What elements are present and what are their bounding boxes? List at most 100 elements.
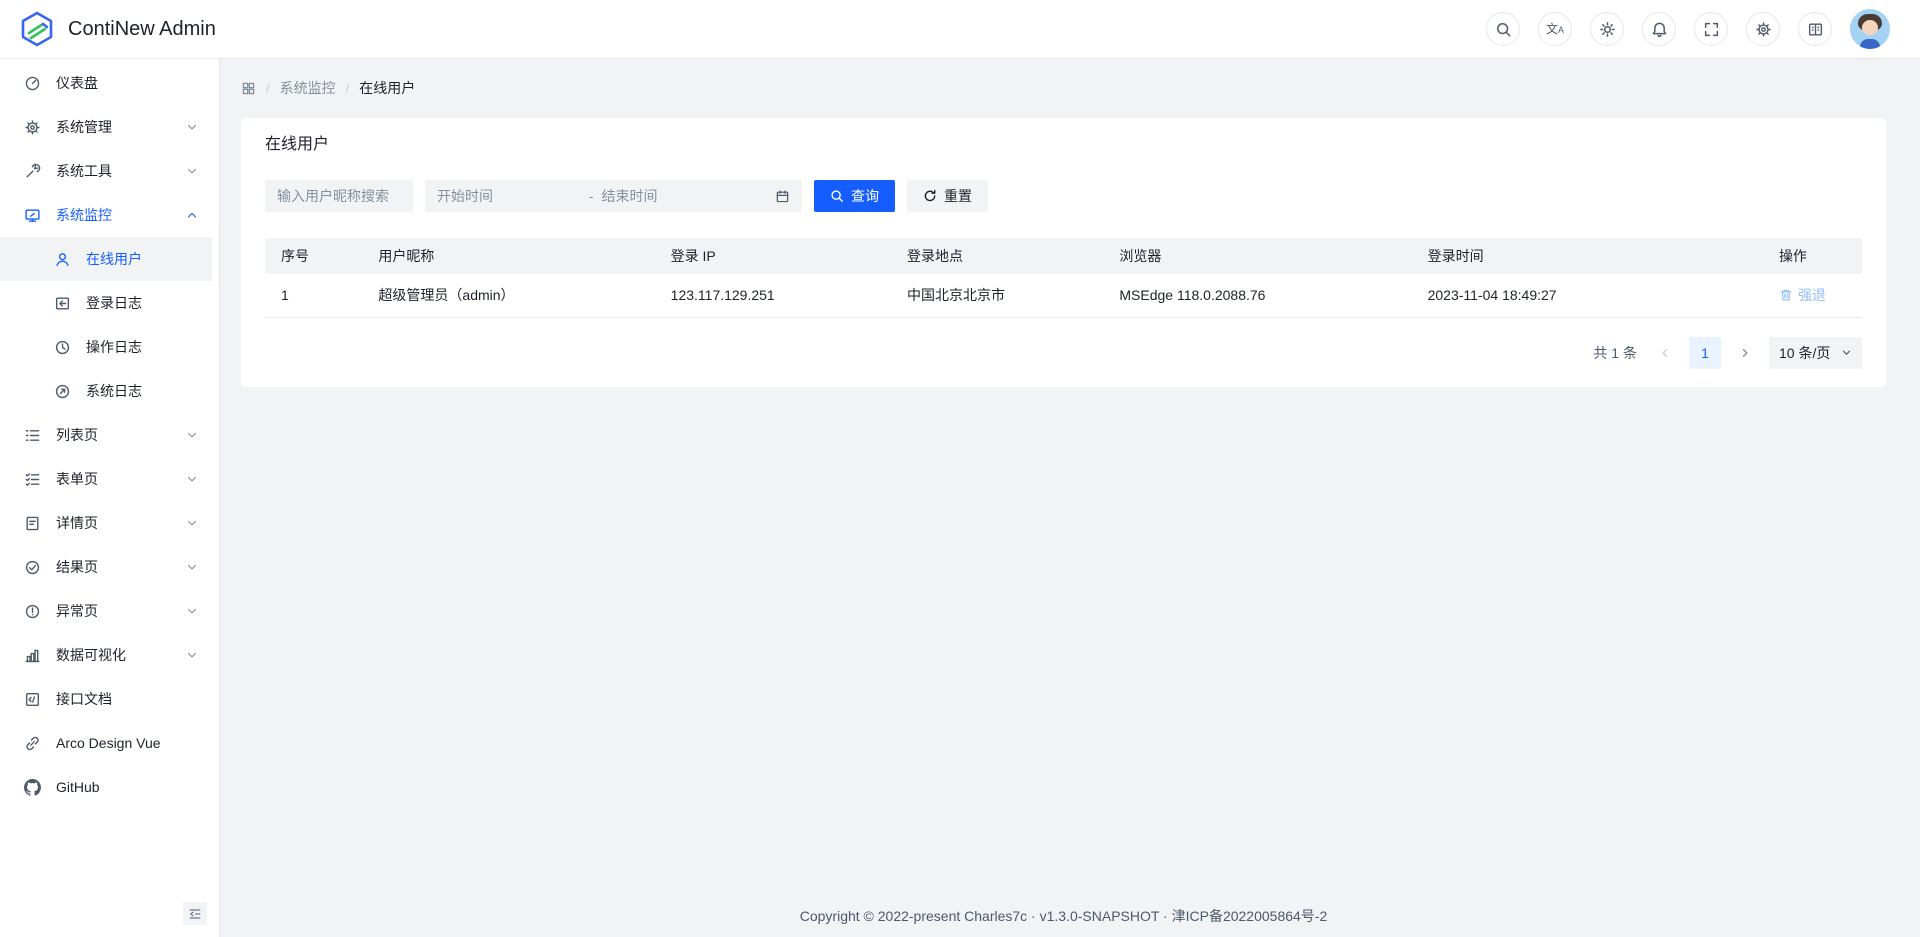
- sidebar-item-result-page[interactable]: 结果页: [0, 545, 212, 589]
- column-header-browser: 浏览器: [1103, 238, 1411, 274]
- sidebar-item-label: 在线用户: [86, 249, 142, 269]
- cell-index: 1: [265, 274, 362, 317]
- menu-fold-icon: [188, 907, 202, 921]
- chevron-down-icon: [186, 649, 198, 661]
- fullscreen-button[interactable]: [1694, 12, 1728, 46]
- sidebar-item-system-tools[interactable]: 系统工具: [0, 149, 212, 193]
- sidebar-item-list-page[interactable]: 列表页: [0, 413, 212, 457]
- chevron-down-icon: [186, 165, 198, 177]
- monitor-icon: [24, 207, 41, 224]
- start-time-placeholder: 开始时间: [437, 186, 581, 206]
- query-button[interactable]: 查询: [814, 180, 895, 212]
- reset-button[interactable]: 重置: [907, 180, 988, 212]
- sidebar-item-login-log[interactable]: 登录日志: [0, 281, 212, 325]
- check-circle-icon: [24, 559, 41, 576]
- footer-copyright: Copyright © 2022-present Charles7c · v1.…: [241, 894, 1886, 937]
- dashboard-gauge-icon: [24, 75, 41, 92]
- app-logo-area[interactable]: ContiNew Admin: [18, 10, 216, 48]
- sidebar-item-system-management[interactable]: 系统管理: [0, 105, 212, 149]
- notifications-bell-icon: [1651, 21, 1668, 38]
- chevron-down-icon: [186, 429, 198, 441]
- pagination: 共 1 条 1 10 条/页: [265, 337, 1862, 369]
- sidebar-item-dashboard[interactable]: 仪表盘: [0, 61, 212, 105]
- page-size-select[interactable]: 10 条/页: [1769, 337, 1862, 369]
- cell-login-time: 2023-11-04 18:49:27: [1412, 274, 1763, 317]
- theme-toggle-button[interactable]: [1590, 12, 1624, 46]
- sidebar-collapse-button[interactable]: [183, 902, 207, 925]
- online-user-icon: [54, 251, 71, 268]
- sidebar-item-label: Arco Design Vue: [56, 735, 161, 751]
- login-log-icon: [54, 295, 71, 312]
- sidebar-item-label: 系统监控: [56, 205, 112, 225]
- form-checklist-icon: [24, 471, 41, 488]
- gear-icon: [24, 119, 41, 136]
- api-code-icon: [24, 691, 41, 708]
- pagination-next-button[interactable]: [1729, 337, 1761, 369]
- sidebar-item-label: 异常页: [56, 601, 98, 621]
- wrench-icon: [24, 163, 41, 180]
- search-button[interactable]: [1486, 12, 1520, 46]
- sidebar-item-system-monitor[interactable]: 系统监控: [0, 193, 212, 237]
- refresh-icon: [923, 189, 937, 203]
- docs-button[interactable]: [1798, 12, 1832, 46]
- chevron-down-icon: [186, 517, 198, 529]
- avatar-collar: [1860, 39, 1880, 49]
- nickname-search-input[interactable]: [265, 180, 413, 212]
- breadcrumb-separator: /: [266, 81, 270, 96]
- document-icon: [24, 515, 41, 532]
- force-logout-button[interactable]: 强退: [1779, 285, 1826, 305]
- chevron-down-icon: [186, 561, 198, 573]
- cell-actions: 强退: [1763, 274, 1862, 317]
- online-users-table: 序号 用户昵称 登录 IP 登录地点 浏览器 登录时间 操作 1 超级管理员（a…: [265, 238, 1862, 318]
- user-avatar[interactable]: [1850, 9, 1890, 49]
- sidebar-item-github[interactable]: GitHub: [0, 765, 212, 809]
- sidebar-item-label: 系统工具: [56, 161, 112, 181]
- sidebar-item-system-log[interactable]: 系统日志: [0, 369, 212, 413]
- settings-button[interactable]: [1746, 12, 1780, 46]
- breadcrumb-section[interactable]: 系统监控: [280, 78, 336, 98]
- chevron-up-icon: [186, 209, 198, 221]
- column-header-location: 登录地点: [891, 238, 1103, 274]
- range-separator: -: [589, 188, 594, 204]
- pagination-prev-button[interactable]: [1649, 337, 1681, 369]
- pagination-page-1[interactable]: 1: [1689, 337, 1721, 369]
- sidebar-item-form-page[interactable]: 表单页: [0, 457, 212, 501]
- list-icon: [24, 427, 41, 444]
- filter-bar: 开始时间 - 结束时间 查询 重置: [265, 180, 1862, 212]
- column-header-actions: 操作: [1763, 238, 1862, 274]
- pagination-total: 共 1 条: [1593, 343, 1637, 363]
- sidebar-item-exception-page[interactable]: 异常页: [0, 589, 212, 633]
- chevron-down-icon: [186, 473, 198, 485]
- bar-chart-icon: [24, 647, 41, 664]
- sidebar-item-api-docs[interactable]: 接口文档: [0, 677, 212, 721]
- breadcrumb: / 系统监控 / 在线用户: [241, 73, 1886, 103]
- sidebar-item-operation-log[interactable]: 操作日志: [0, 325, 212, 369]
- sidebar-item-data-visualization[interactable]: 数据可视化: [0, 633, 212, 677]
- theme-light-icon: [1599, 21, 1616, 38]
- column-header-nickname: 用户昵称: [362, 238, 654, 274]
- sidebar-item-label: 系统管理: [56, 117, 112, 137]
- breadcrumb-separator: /: [346, 81, 350, 96]
- date-range-picker[interactable]: 开始时间 - 结束时间: [425, 180, 802, 212]
- chevron-down-icon: [186, 605, 198, 617]
- calendar-icon: [775, 189, 790, 204]
- column-header-index: 序号: [265, 238, 362, 274]
- apps-grid-icon[interactable]: [241, 81, 256, 96]
- notifications-button[interactable]: [1642, 12, 1676, 46]
- query-button-label: 查询: [851, 186, 879, 206]
- table-header-row: 序号 用户昵称 登录 IP 登录地点 浏览器 登录时间 操作: [265, 238, 1862, 274]
- cell-location: 中国北京北京市: [891, 274, 1103, 317]
- translate-button[interactable]: 文A: [1538, 12, 1572, 46]
- system-log-icon: [54, 383, 71, 400]
- chevron-down-icon: [1841, 347, 1852, 358]
- main-content: / 系统监控 / 在线用户 在线用户 开始时间 - 结束时间 查询: [220, 59, 1920, 937]
- sidebar-item-label: 系统日志: [86, 381, 142, 401]
- sidebar-item-arco-design-vue[interactable]: Arco Design Vue: [0, 721, 212, 765]
- fullscreen-icon: [1703, 21, 1720, 38]
- sidebar-item-detail-page[interactable]: 详情页: [0, 501, 212, 545]
- cell-browser: MSEdge 118.0.2088.76: [1103, 274, 1411, 317]
- docs-book-icon: [1807, 21, 1824, 38]
- sidebar-item-online-users[interactable]: 在线用户: [0, 237, 212, 281]
- sidebar-item-label: 结果页: [56, 557, 98, 577]
- column-header-ip: 登录 IP: [655, 238, 891, 274]
